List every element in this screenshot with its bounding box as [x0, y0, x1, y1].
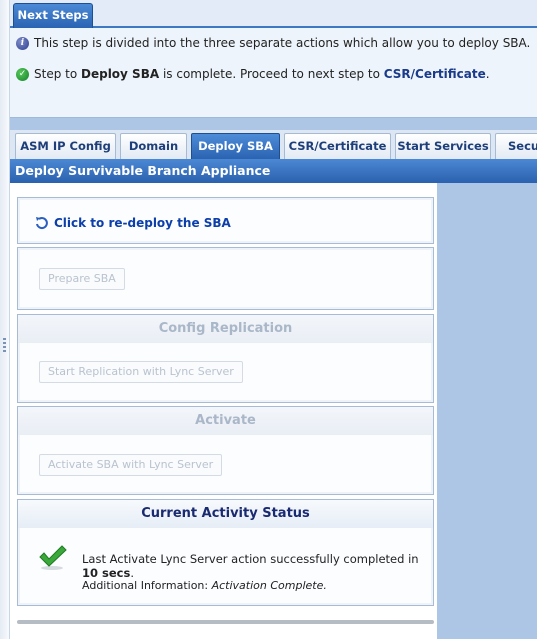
status-msg-suffix: . — [130, 566, 134, 580]
redeploy-link[interactable]: Click to re-deploy the SBA — [34, 215, 231, 231]
next-steps-panel: Next Steps i This step is divided into t… — [10, 0, 537, 118]
csr-certificate-link[interactable]: CSR/Certificate — [384, 67, 486, 81]
activate-sba-button[interactable]: Activate SBA with Lync Server — [39, 454, 223, 476]
redeploy-box: Click to re-deploy the SBA — [17, 197, 434, 244]
info-icon: i — [16, 36, 29, 50]
tab-deploy-sba[interactable]: Deploy SBA — [191, 133, 280, 159]
tab-next-steps[interactable]: Next Steps — [13, 3, 93, 28]
status-message: ✓ Step to Deploy SBA is complete. Procee… — [16, 67, 490, 81]
info-text: This step is divided into the three sepa… — [34, 36, 531, 50]
large-checkmark-icon — [39, 545, 67, 570]
next-steps-tabbar: Next Steps — [10, 0, 537, 28]
status-duration: 10 secs — [82, 566, 131, 580]
splitter-grip-icon[interactable] — [3, 338, 6, 352]
status-title: Current Activity Status — [18, 500, 433, 528]
tab-asm-ip-config[interactable]: ASM IP Config — [15, 133, 116, 159]
activate-title: Activate — [18, 407, 433, 435]
status-middle: is complete. Proceed to next step to — [159, 67, 384, 81]
info-message: i This step is divided into the three se… — [16, 36, 530, 50]
status-suffix: . — [485, 67, 490, 81]
status-message-line: Last Activate Lync Server action success… — [82, 552, 433, 580]
bottom-divider — [17, 620, 434, 624]
tab-security[interactable]: Secur — [495, 133, 537, 159]
replication-box: Config Replication Start Replication wit… — [17, 314, 434, 403]
status-msg-prefix: Last Activate Lync Server action success… — [82, 552, 419, 566]
tab-domain[interactable]: Domain — [120, 133, 187, 159]
tab-csr-certificate[interactable]: CSR/Certificate — [284, 133, 391, 159]
status-step-name: Deploy SBA — [81, 67, 160, 81]
section-title: Deploy Survivable Branch Appliance — [10, 159, 537, 183]
deploy-content: Click to re-deploy the SBA Prepare SBA C… — [10, 183, 437, 639]
prepare-sba-button[interactable]: Prepare SBA — [39, 268, 125, 290]
additional-info-label: Additional Information: — [82, 579, 212, 592]
activate-box: Activate Activate SBA with Lync Server — [17, 406, 434, 495]
check-circle-icon: ✓ — [16, 67, 29, 81]
prepare-box: Prepare SBA — [17, 247, 434, 310]
status-prefix: Step to — [34, 67, 81, 81]
start-replication-button[interactable]: Start Replication with Lync Server — [39, 361, 243, 383]
tab-start-services[interactable]: Start Services — [395, 133, 491, 159]
refresh-icon — [36, 217, 48, 230]
wizard-tabbar: ASM IP Config Domain Deploy SBA CSR/Cert… — [10, 130, 537, 159]
replication-title: Config Replication — [18, 315, 433, 343]
additional-info-value: Activation Complete. — [211, 579, 327, 592]
status-box: Current Activity Status Last Activate Ly… — [17, 499, 434, 606]
redeploy-label[interactable]: Click to re-deploy the SBA — [54, 216, 231, 230]
additional-info-line: Additional Information: Activation Compl… — [82, 579, 327, 592]
left-splitter[interactable] — [0, 0, 10, 639]
